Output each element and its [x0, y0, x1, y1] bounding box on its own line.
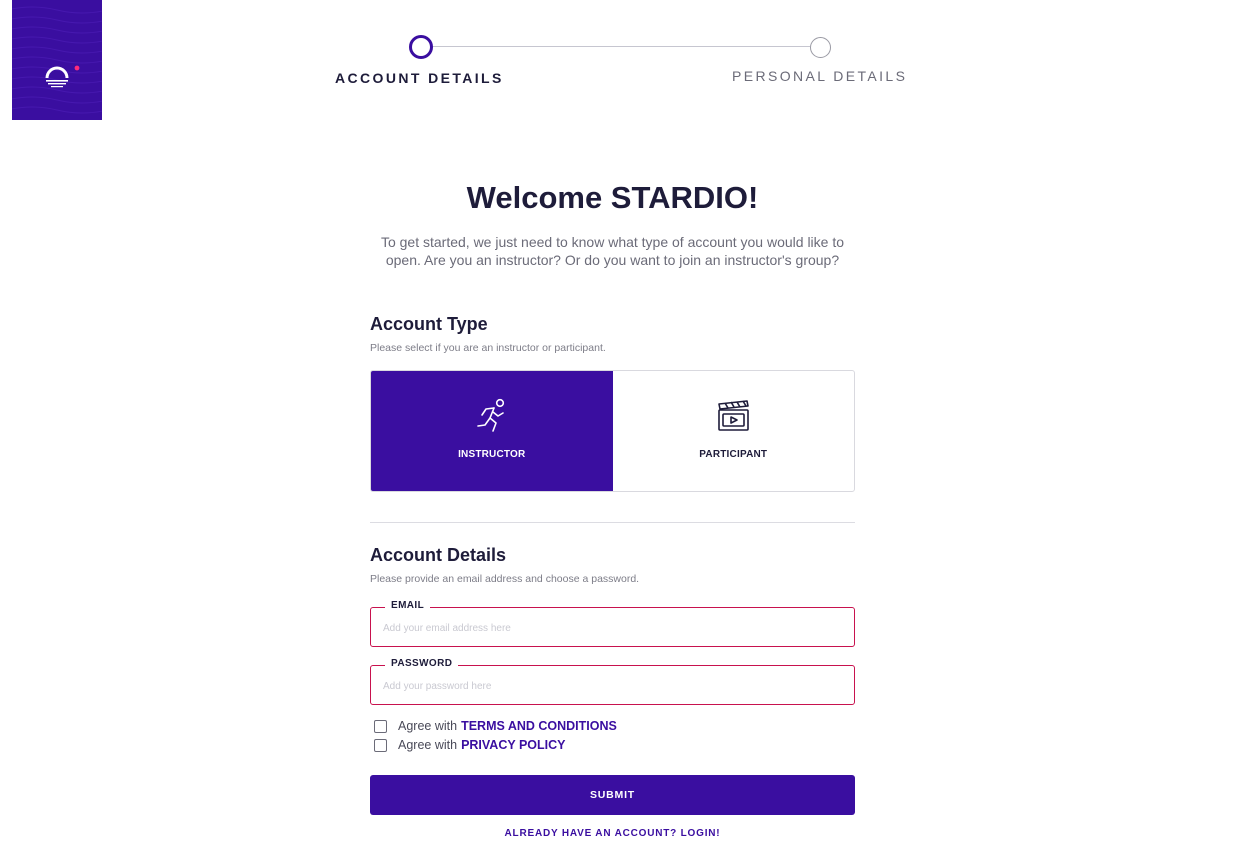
email-field: EMAIL [370, 600, 855, 647]
account-details-subtitle: Please provide an email address and choo… [370, 573, 640, 585]
privacy-checkbox[interactable] [374, 738, 387, 752]
account-type-selector: INSTRUCTOR PARTICIPANT [370, 370, 855, 492]
clapperboard-icon [713, 396, 753, 441]
step-2-indicator[interactable] [810, 37, 831, 58]
instructor-label: INSTRUCTOR [458, 449, 526, 460]
privacy-prefix: Agree with [398, 738, 458, 752]
instructor-option[interactable]: INSTRUCTOR [371, 371, 613, 491]
password-label: PASSWORD [385, 658, 459, 669]
privacy-agreement: Agree with PRIVACY POLICY [374, 737, 565, 753]
participant-label: PARTICIPANT [699, 449, 768, 460]
terms-prefix: Agree with [398, 719, 458, 733]
account-details-heading: Account Details [370, 545, 507, 565]
email-input[interactable] [383, 620, 843, 636]
terms-link[interactable]: TERMS AND CONDITIONS [461, 719, 617, 733]
terms-agreement: Agree with TERMS AND CONDITIONS [374, 718, 617, 734]
account-type-heading: Account Type [370, 314, 488, 334]
signup-stepper: ACCOUNT DETAILS PERSONAL DETAILS [0, 0, 1258, 100]
signup-page: ACCOUNT DETAILS PERSONAL DETAILS Welcome… [0, 0, 1258, 860]
password-field: PASSWORD [370, 658, 855, 705]
password-input[interactable] [383, 678, 843, 694]
stepper-connector [432, 46, 810, 47]
intro-text: To get started, we just need to know wha… [380, 234, 845, 268]
submit-button[interactable]: SUBMIT [370, 775, 855, 815]
login-link[interactable]: ALREADY HAVE AN ACCOUNT? LOGIN! [370, 828, 855, 839]
runner-icon [472, 396, 512, 441]
step-2-label[interactable]: PERSONAL DETAILS [732, 68, 907, 84]
privacy-link[interactable]: PRIVACY POLICY [461, 738, 565, 752]
terms-checkbox[interactable] [374, 719, 387, 733]
section-divider [370, 522, 855, 523]
step-1-label[interactable]: ACCOUNT DETAILS [335, 70, 504, 86]
step-1-indicator[interactable] [409, 35, 433, 59]
page-title: Welcome STARDIO! [466, 180, 759, 215]
email-label: EMAIL [385, 600, 431, 611]
participant-option[interactable]: PARTICIPANT [613, 371, 855, 491]
account-type-subtitle: Please select if you are an instructor o… [370, 342, 606, 354]
